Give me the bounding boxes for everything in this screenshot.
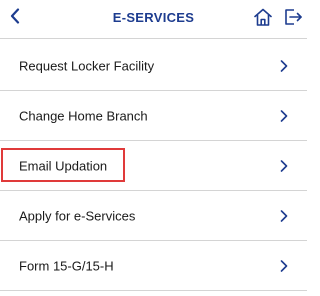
chevron-right-icon <box>279 59 289 73</box>
home-icon <box>253 7 273 32</box>
logout-button[interactable] <box>281 7 305 31</box>
menu-item-label: Change Home Branch <box>19 108 148 123</box>
top-bar: E-SERVICES <box>0 0 307 39</box>
menu-item-email-updation[interactable]: Email Updation <box>0 141 307 191</box>
menu-item-apply-for-e-services[interactable]: Apply for e-Services <box>0 191 307 241</box>
menu-item-request-locker-facility[interactable]: Request Locker Facility <box>0 41 307 91</box>
menu-item-label: Form 15-G/15-H <box>19 258 114 273</box>
chevron-right-icon <box>279 209 289 223</box>
chevron-right-icon <box>279 159 289 173</box>
logout-icon <box>283 7 303 32</box>
menu-item-form-15g-15h[interactable]: Form 15-G/15-H <box>0 241 307 291</box>
home-button[interactable] <box>251 7 275 31</box>
e-services-screen: E-SERVICES Request Locker Facility Chang… <box>0 0 307 296</box>
e-services-menu: Request Locker Facility Change Home Bran… <box>0 41 307 291</box>
chevron-right-icon <box>279 259 289 273</box>
menu-item-label: Apply for e-Services <box>19 208 136 223</box>
menu-item-label: Request Locker Facility <box>19 58 155 73</box>
menu-item-change-home-branch[interactable]: Change Home Branch <box>0 91 307 141</box>
menu-item-label: Email Updation <box>19 158 108 173</box>
chevron-right-icon <box>279 109 289 123</box>
